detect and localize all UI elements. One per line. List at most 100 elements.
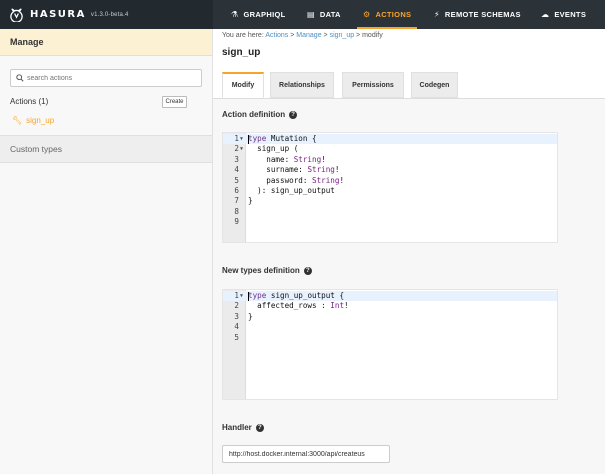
actions-header: Actions (1) bbox=[10, 97, 49, 106]
code-line[interactable]: 3 name: String! bbox=[223, 155, 557, 165]
breadcrumb-actions[interactable]: Actions bbox=[265, 32, 288, 39]
search-actions-input[interactable] bbox=[27, 74, 197, 82]
code-line[interactable]: 3} bbox=[223, 312, 557, 322]
action-definition-editor[interactable]: 1 ▼ type Mutation {2 ▼ sign_up (3 name: Str… bbox=[222, 132, 558, 243]
line-number: 1 bbox=[234, 291, 239, 300]
line-number: 3 bbox=[234, 154, 239, 164]
code-line[interactable]: 4 surname: String! bbox=[223, 165, 557, 175]
code-text: type sign_up_output { bbox=[248, 291, 345, 300]
custom-types-label: Custom types bbox=[10, 144, 62, 154]
nav-graphiql[interactable]: ⚗ GRAPHIQL bbox=[231, 0, 285, 29]
sidebar-manage[interactable]: Manage bbox=[0, 29, 212, 56]
search-icon bbox=[16, 74, 24, 82]
brand[interactable]: HASURA v1.3.0-beta.4 bbox=[0, 0, 213, 29]
help-icon[interactable]: ? bbox=[255, 423, 264, 432]
code-line[interactable]: 1 ▼ type Mutation { bbox=[223, 134, 557, 145]
action-definition-title: Action definition bbox=[222, 110, 286, 119]
line-number: 9 bbox=[234, 217, 239, 227]
handler-title: Handler bbox=[222, 423, 252, 432]
breadcrumb-manage[interactable]: Manage bbox=[296, 32, 321, 39]
fold-toggle-icon[interactable]: ▼ bbox=[240, 134, 243, 144]
nav-actions[interactable]: ⚙ ACTIONS bbox=[356, 0, 418, 29]
cogs-icon: ⚙ bbox=[363, 10, 371, 19]
code-line[interactable]: 2 affected_rows : Int! bbox=[223, 301, 557, 311]
tab-permissions[interactable]: Permissions bbox=[342, 72, 404, 98]
sidebar-custom-types[interactable]: Custom types bbox=[0, 135, 212, 163]
nav-actions-label: ACTIONS bbox=[375, 10, 412, 19]
line-number: 8 bbox=[234, 206, 239, 216]
line-number: 4 bbox=[234, 165, 239, 175]
code-line[interactable]: 2 ▼ sign_up ( bbox=[223, 144, 557, 154]
nav-remote-schemas-label: REMOTE SCHEMAS bbox=[444, 10, 521, 19]
main-content: You are here: Actions > Manage > sign_up… bbox=[213, 29, 605, 474]
code-line[interactable]: 5 password: String! bbox=[223, 176, 557, 186]
nav-data-label: DATA bbox=[319, 10, 341, 19]
code-text: affected_rows : Int! bbox=[248, 301, 349, 311]
fold-toggle-icon[interactable]: ▼ bbox=[240, 291, 243, 301]
create-action-button[interactable]: Create bbox=[162, 96, 187, 108]
line-number: 6 bbox=[234, 186, 239, 195]
code-line[interactable]: 1 ▼ type sign_up_output { bbox=[223, 291, 557, 302]
line-number: 7 bbox=[234, 196, 239, 206]
fold-toggle-icon[interactable]: ▼ bbox=[240, 144, 243, 154]
code-text: name: String! bbox=[248, 154, 326, 164]
text-cursor bbox=[248, 135, 249, 144]
new-types-title: New types definition bbox=[222, 266, 300, 275]
nav-events[interactable]: ☁ EVENTS bbox=[541, 0, 586, 29]
code-text: sign_up ( bbox=[248, 144, 299, 154]
hasura-logo-icon bbox=[10, 8, 23, 22]
tab-codegen[interactable]: Codegen bbox=[411, 72, 458, 98]
code-text: ): sign_up_output bbox=[248, 186, 335, 195]
breadcrumb-sign-up[interactable]: sign_up bbox=[330, 32, 355, 39]
brand-name: HASURA bbox=[30, 9, 86, 20]
action-definition-heading: Action definition ? bbox=[222, 110, 298, 119]
brand-version: v1.3.0-beta.4 bbox=[90, 11, 129, 18]
line-number: 5 bbox=[234, 332, 239, 342]
search-box[interactable] bbox=[10, 69, 202, 87]
line-number: 1 bbox=[234, 134, 239, 143]
nav-graphiql-label: GRAPHIQL bbox=[243, 10, 286, 19]
sidebar: Manage Actions (1) Create 🔧︎ sign_up Cus… bbox=[0, 29, 213, 474]
sidebar-manage-label: Manage bbox=[10, 37, 44, 47]
code-line[interactable]: 7} bbox=[223, 196, 557, 206]
flask-icon: ⚗ bbox=[231, 10, 239, 19]
database-icon: ▤ bbox=[307, 10, 315, 19]
sidebar-action-label: sign_up bbox=[26, 116, 55, 125]
sidebar-action-sign-up[interactable]: 🔧︎ sign_up bbox=[12, 116, 54, 125]
text-cursor bbox=[248, 292, 249, 301]
tab-relationships[interactable]: Relationships bbox=[270, 72, 334, 98]
code-line[interactable]: 8 bbox=[223, 207, 557, 217]
handler-heading: Handler ? bbox=[222, 423, 264, 432]
handler-box[interactable] bbox=[222, 445, 390, 463]
code-text: } bbox=[248, 196, 253, 206]
tab-modify[interactable]: Modify bbox=[222, 72, 264, 98]
new-types-editor[interactable]: 1 ▼ type sign_up_output {2 affected_rows :… bbox=[222, 289, 558, 400]
code-line[interactable]: 5 bbox=[223, 333, 557, 343]
code-line[interactable]: 9 bbox=[223, 217, 557, 227]
cloud-icon: ☁ bbox=[541, 10, 550, 19]
new-types-heading: New types definition ? bbox=[222, 266, 312, 275]
help-icon[interactable]: ? bbox=[303, 266, 312, 275]
page-title: sign_up bbox=[222, 47, 261, 58]
breadcrumb: You are here: Actions > Manage > sign_up… bbox=[222, 32, 383, 39]
wrench-icon: 🔧︎ bbox=[12, 116, 23, 125]
code-text: password: String! bbox=[248, 175, 345, 185]
handler-url-input[interactable] bbox=[229, 450, 387, 458]
code-text: type Mutation { bbox=[248, 134, 317, 143]
code-line[interactable]: 6 ): sign_up_output bbox=[223, 186, 557, 196]
code-text: } bbox=[248, 311, 253, 321]
plug-icon: ⚡ bbox=[434, 10, 440, 19]
line-number: 3 bbox=[234, 311, 239, 321]
line-number: 2 bbox=[234, 144, 239, 154]
top-nav: HASURA v1.3.0-beta.4 ⚗ GRAPHIQL ▤ DATA ⚙… bbox=[0, 0, 605, 29]
breadcrumb-modify: modify bbox=[362, 32, 383, 39]
code-text: surname: String! bbox=[248, 165, 340, 175]
nav-data[interactable]: ▤ DATA bbox=[307, 0, 341, 29]
line-number: 4 bbox=[234, 322, 239, 332]
line-number: 2 bbox=[234, 301, 239, 311]
help-icon[interactable]: ? bbox=[289, 110, 298, 119]
code-line[interactable]: 4 bbox=[223, 322, 557, 332]
modify-panel: Action definition ? 1 ▼ type Mutation {2 ▼ … bbox=[213, 99, 605, 474]
nav-remote-schemas[interactable]: ⚡ REMOTE SCHEMAS bbox=[434, 0, 521, 29]
line-number: 5 bbox=[234, 175, 239, 185]
